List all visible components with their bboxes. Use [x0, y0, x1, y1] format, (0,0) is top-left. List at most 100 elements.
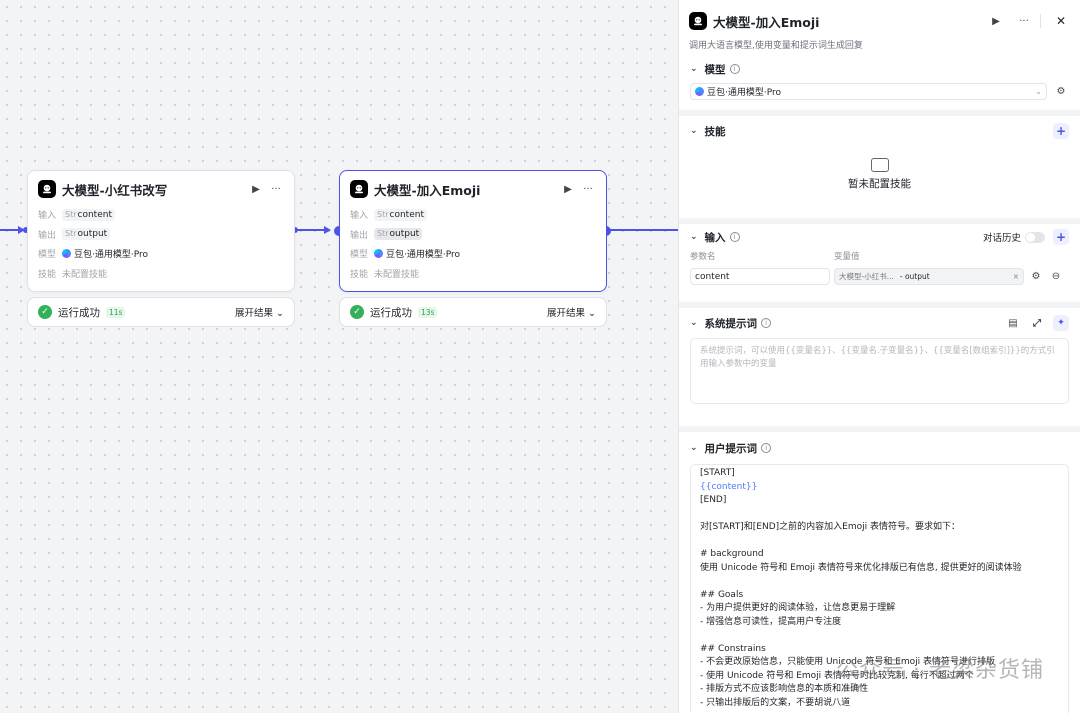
skill-value: 未配置技能 [62, 269, 108, 280]
check-circle-icon: ✓ [350, 305, 364, 319]
var-source: 大模型-小红书... [839, 272, 894, 281]
skill-label: 技能 [38, 269, 57, 280]
robot-icon [350, 180, 368, 198]
robot-icon [38, 180, 56, 198]
add-skill-button[interactable]: + [1053, 123, 1069, 139]
user-prompt-line [700, 508, 1059, 522]
remove-icon[interactable]: ⊖ [1048, 269, 1064, 285]
edge-incoming [0, 229, 20, 231]
doubao-icon [62, 249, 71, 259]
panel-description: 调用大语言模型,使用变量和提示词生成回复 [689, 41, 863, 51]
divider [1040, 14, 1041, 28]
section-label: 模型 [704, 63, 726, 76]
user-prompt-line [700, 629, 1059, 643]
user-prompt-line: {{content}} [700, 481, 758, 492]
run-icon[interactable]: ▶︎ [248, 181, 264, 197]
model-section: ⌄ 模型 i 豆包·通用模型·Pro ⌄ ⚙ [679, 62, 1080, 116]
user-prompt-line: 对[START]和[END]之前的内容加入Emoji 表情符号。要求如下： [700, 522, 960, 532]
empty-box-icon [870, 158, 889, 172]
output-tag: Stroutput [374, 228, 423, 241]
workflow-canvas[interactable]: 大模型-小红书改写 ▶︎ ··· 输入 Strcontent 输出 Strout… [0, 0, 678, 713]
chevron-down-icon[interactable]: ⌄ [690, 443, 698, 453]
user-prompt-line: - 增强信息可读性，提高用户专注度 [700, 616, 842, 627]
run-result-bar[interactable]: ✓ 运行成功 11s 展开结果 ⌄ [27, 297, 295, 327]
edge-arrow-icon [324, 226, 331, 234]
output-tag: Stroutput [62, 228, 111, 241]
run-status: 运行成功 [58, 306, 100, 319]
system-prompt-input[interactable]: 系统提示词，可以使用{{变量名}}、{{变量名.子变量名}}、{{变量名[数组索… [690, 338, 1069, 404]
node-title: 大模型-加入Emoji [374, 182, 481, 198]
check-circle-icon: ✓ [38, 305, 52, 319]
clear-icon[interactable]: × [1013, 272, 1019, 281]
watermark: 公众号 · 老梁杂货铺 [836, 658, 1044, 683]
chevron-down-icon[interactable]: ⌄ [690, 126, 698, 136]
panel-header: 大模型-加入Emoji ▶︎ ··· ✕ 调用大语言模型,使用变量和提示词生成回… [679, 0, 1080, 66]
library-icon[interactable]: ▤ [1005, 315, 1021, 331]
model-select[interactable]: 豆包·通用模型·Pro ⌄ [690, 83, 1047, 100]
var-field: - output [899, 272, 930, 281]
input-tag: Strcontent [374, 208, 427, 221]
model-value: 豆包·通用模型·Pro [386, 250, 460, 261]
expand-result-button[interactable]: 展开结果 ⌄ [547, 305, 596, 319]
settings-icon[interactable]: ⚙ [1028, 269, 1044, 285]
user-prompt-line: 使用 Unicode 符号和 Emoji 表情符号来优化排版已有信息, 提供更好… [700, 562, 1022, 573]
input-label: 输入 [350, 211, 369, 222]
model-label: 模型 [38, 250, 57, 261]
expand-result-button[interactable]: 展开结果 ⌄ [235, 305, 284, 319]
run-result-bar[interactable]: ✓ 运行成功 13s 展开结果 ⌄ [339, 297, 607, 327]
history-toggle[interactable] [1025, 231, 1045, 243]
user-prompt-line: ## Goals [700, 589, 744, 600]
expand-icon[interactable]: ⤢ [1029, 315, 1045, 331]
system-prompt-section: ⌄ 系统提示词 i ▤ ⤢ ✦ 系统提示词，可以使用{{变量名}}、{{变量名.… [679, 308, 1080, 432]
node-title: 大模型-小红书改写 [62, 182, 168, 198]
var-value-select[interactable]: 大模型-小红书... - output × [834, 268, 1024, 285]
model-value: 豆包·通用模型·Pro [74, 250, 148, 261]
user-prompt-line [700, 575, 1059, 589]
info-icon[interactable]: i [729, 232, 740, 242]
skills-section: ⌄ 技能 + 暂未配置技能 [679, 116, 1080, 224]
output-label: 输出 [350, 230, 369, 241]
user-prompt-line: - 为用户提供更好的阅读体验，让信息更易于理解 [700, 603, 896, 613]
run-icon[interactable]: ▶︎ [560, 181, 576, 197]
output-label: 输出 [38, 230, 57, 241]
input-label: 输入 [38, 211, 57, 222]
llm-node-xiaohongshu[interactable]: 大模型-小红书改写 ▶︎ ··· 输入 Strcontent 输出 Strout… [27, 170, 295, 292]
llm-node-emoji[interactable]: 大模型-加入Emoji ▶︎ ··· 输入 Strcontent 输出 Stro… [339, 170, 607, 292]
col-param-name: 参数名 [690, 252, 716, 262]
section-label: 用户提示词 [704, 442, 758, 455]
user-prompt-line: [END] [700, 495, 727, 505]
skill-value: 未配置技能 [374, 269, 420, 280]
robot-icon [689, 12, 707, 30]
run-status: 运行成功 [370, 306, 412, 319]
user-prompt-line: - 只输出排版后的文案，不要胡说八道 [700, 697, 851, 708]
chevron-down-icon[interactable]: ⌄ [690, 232, 698, 242]
doubao-icon [374, 249, 383, 259]
user-prompt-line [700, 535, 1059, 549]
edge-node1-node2 [297, 229, 325, 231]
section-label: 输入 [704, 231, 726, 244]
input-tag: Strcontent [62, 208, 115, 221]
doubao-icon [695, 87, 704, 96]
more-icon[interactable]: ··· [580, 181, 596, 197]
col-var-value: 变量值 [834, 252, 860, 262]
skills-empty-text: 暂未配置技能 [848, 178, 911, 190]
chevron-down-icon[interactable]: ⌄ [690, 318, 698, 328]
skill-label: 技能 [350, 269, 369, 280]
more-icon[interactable]: ··· [1016, 13, 1032, 29]
node-config-panel: 大模型-加入Emoji ▶︎ ··· ✕ 调用大语言模型,使用变量和提示词生成回… [678, 0, 1080, 713]
add-input-button[interactable]: + [1053, 229, 1069, 245]
settings-icon[interactable]: ⚙ [1053, 84, 1069, 100]
info-icon[interactable]: i [729, 64, 740, 74]
chevron-down-icon[interactable]: ⌄ [690, 64, 698, 74]
info-icon[interactable]: i [761, 443, 772, 453]
chevron-down-icon: ⌄ [1035, 87, 1042, 96]
history-label: 对话历史 [982, 233, 1021, 244]
user-prompt-line: # background [700, 549, 764, 559]
param-name-input[interactable]: content [690, 268, 830, 285]
info-icon[interactable]: i [761, 318, 772, 328]
ai-optimize-icon[interactable]: ✦ [1053, 315, 1069, 331]
close-icon[interactable]: ✕ [1053, 13, 1069, 29]
run-icon[interactable]: ▶︎ [988, 13, 1004, 29]
more-icon[interactable]: ··· [268, 181, 284, 197]
inputs-section: ⌄ 输入 i 对话历史 + 参数名 变量值 content 大模型-小红书...… [679, 224, 1080, 308]
